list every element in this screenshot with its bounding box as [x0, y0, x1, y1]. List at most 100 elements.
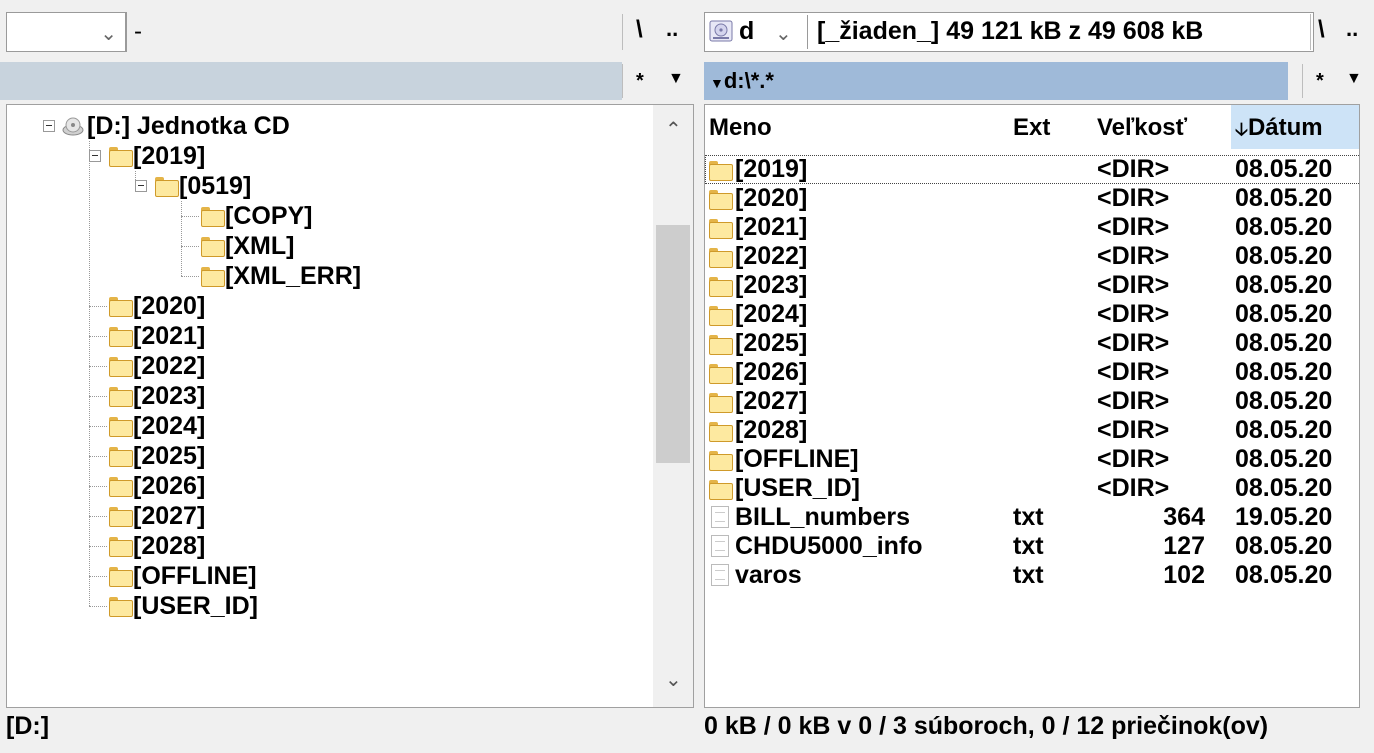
table-row[interactable]: BILL_numbers txt 364 19.05.20 — [705, 503, 1359, 532]
path-bar-row: * ▼ ▼d:\*.* * ▼ — [0, 62, 1374, 100]
tree-item-label: [2028] — [133, 532, 206, 560]
column-label: Dátum — [1247, 114, 1323, 141]
folder-icon — [709, 393, 733, 413]
tree-item-label: [2025] — [133, 442, 206, 470]
left-root-button[interactable]: \ — [636, 16, 643, 44]
filter-dropdown-icon[interactable]: ▼ — [668, 70, 684, 88]
folder-icon — [109, 417, 133, 437]
column-header-date[interactable]: 🡣Dátum — [1231, 105, 1359, 149]
column-header-ext[interactable]: Ext — [1013, 105, 1093, 149]
table-row[interactable]: varos txt 102 08.05.20 — [705, 561, 1359, 590]
tree-connector — [89, 396, 107, 397]
table-row[interactable]: CHDU5000_info txt 127 08.05.20 — [705, 532, 1359, 561]
tree-item[interactable]: [2019] — [7, 141, 647, 171]
collapse-toggle-icon[interactable] — [135, 180, 147, 192]
tree-connector — [89, 576, 107, 577]
file-date: 08.05.20 — [1235, 532, 1333, 560]
scrollbar-thumb[interactable] — [656, 225, 690, 463]
tree-item[interactable]: [2021] — [7, 321, 647, 351]
tree-item[interactable]: [2024] — [7, 411, 647, 441]
file-date: 08.05.20 — [1235, 300, 1333, 328]
chevron-down-icon[interactable]: ⌄ — [775, 21, 792, 46]
file-name: [2024] — [735, 300, 808, 328]
folder-icon — [109, 357, 133, 377]
tree-item-label: [2021] — [133, 322, 206, 350]
file-size: <DIR> — [1097, 329, 1170, 357]
file-date: 08.05.20 — [1235, 155, 1333, 183]
table-row[interactable]: [2025] <DIR> 08.05.20 — [705, 329, 1359, 358]
table-row[interactable]: [2021] <DIR> 08.05.20 — [705, 213, 1359, 242]
right-filter-button[interactable]: * — [1316, 70, 1324, 93]
file-name: BILL_numbers — [735, 503, 911, 531]
filter-dropdown-icon[interactable]: ▼ — [1346, 70, 1362, 88]
file-name: [2020] — [735, 184, 808, 212]
tree-item[interactable]: [2022] — [7, 351, 647, 381]
table-row[interactable]: [OFFLINE] <DIR> 08.05.20 — [705, 445, 1359, 474]
tree-item[interactable]: [2020] — [7, 291, 647, 321]
path-history-icon[interactable]: ▼ — [710, 75, 724, 91]
divider — [1310, 14, 1311, 50]
right-up-button[interactable]: .. — [1346, 16, 1358, 42]
table-row[interactable]: [USER_ID] <DIR> 08.05.20 — [705, 474, 1359, 503]
collapse-toggle-icon[interactable] — [89, 150, 101, 162]
tree-item[interactable]: [2027] — [7, 501, 647, 531]
scroll-up-icon[interactable]: ⌃ — [665, 117, 682, 142]
tree-item[interactable]: [D:] Jednotka CD — [7, 111, 647, 141]
tree-item[interactable]: [0519] — [7, 171, 647, 201]
tree-item[interactable]: [2026] — [7, 471, 647, 501]
tree-item[interactable]: [2028] — [7, 531, 647, 561]
right-drive-bar: d ⌄ [_žiaden_] 49 121 kB z 49 608 kB — [704, 12, 1314, 52]
tree-item-label: [2022] — [133, 352, 206, 380]
file-size: <DIR> — [1097, 155, 1170, 183]
file-list[interactable]: Meno Ext Veľkosť 🡣Dátum [2019] <DIR> 08.05… — [704, 104, 1360, 708]
file-date: 08.05.20 — [1235, 445, 1333, 473]
tree-item[interactable]: [XML] — [7, 231, 647, 261]
left-up-button[interactable]: .. — [666, 16, 678, 42]
left-filter-button[interactable]: * — [636, 70, 644, 93]
folder-icon — [709, 480, 733, 500]
tree-item[interactable]: [USER_ID] — [7, 591, 647, 621]
table-row[interactable]: [2027] <DIR> 08.05.20 — [705, 387, 1359, 416]
tree-connector — [135, 171, 136, 186]
file-size: 102 — [1163, 561, 1205, 589]
left-drive-combo[interactable]: ⌄ — [6, 12, 126, 52]
table-row[interactable]: [2020] <DIR> 08.05.20 — [705, 184, 1359, 213]
file-list-header: Meno Ext Veľkosť 🡣Dátum — [705, 105, 1359, 149]
right-drive-value[interactable]: d — [739, 17, 754, 46]
table-row[interactable]: [2026] <DIR> 08.05.20 — [705, 358, 1359, 387]
tree-item-label: [2026] — [133, 472, 206, 500]
column-header-name[interactable]: Meno — [709, 105, 1009, 149]
file-date: 08.05.20 — [1235, 474, 1333, 502]
tree-item[interactable]: [2025] — [7, 441, 647, 471]
folder-icon — [201, 267, 225, 287]
folder-tree[interactable]: [D:] Jednotka CD [2019] [0519] [COPY] [XML][… — [6, 104, 694, 708]
column-header-size[interactable]: Veľkosť — [1097, 105, 1227, 149]
right-drive-info: [_žiaden_] 49 121 kB z 49 608 kB — [817, 17, 1204, 45]
left-status: [D:] — [6, 712, 50, 740]
table-row[interactable]: [2022] <DIR> 08.05.20 — [705, 242, 1359, 271]
folder-icon — [109, 297, 133, 317]
table-row[interactable]: [2019] <DIR> 08.05.20 — [705, 155, 1359, 184]
tree-item[interactable]: [2023] — [7, 381, 647, 411]
tree-item[interactable]: [XML_ERR] — [7, 261, 647, 291]
tree-scrollbar[interactable]: ⌃ ⌄ — [653, 105, 693, 707]
file-ext: txt — [1013, 532, 1044, 560]
tree-item[interactable]: [OFFLINE] — [7, 561, 647, 591]
right-path-bar[interactable]: ▼d:\*.* — [704, 62, 1288, 100]
folder-icon — [709, 277, 733, 297]
divider — [622, 64, 623, 98]
left-path-bar[interactable] — [0, 62, 622, 100]
tree-item[interactable]: [COPY] — [7, 201, 647, 231]
tree-connector — [181, 201, 182, 276]
tree-item-label: [D:] Jednotka CD — [87, 112, 290, 140]
table-row[interactable]: [2023] <DIR> 08.05.20 — [705, 271, 1359, 300]
table-row[interactable]: [2028] <DIR> 08.05.20 — [705, 416, 1359, 445]
folder-icon — [201, 207, 225, 227]
right-root-button[interactable]: \ — [1318, 16, 1325, 44]
scroll-down-icon[interactable]: ⌄ — [665, 667, 682, 692]
folder-icon — [709, 306, 733, 326]
table-row[interactable]: [2024] <DIR> 08.05.20 — [705, 300, 1359, 329]
folder-icon — [109, 537, 133, 557]
collapse-toggle-icon[interactable] — [43, 120, 55, 132]
folder-icon — [201, 237, 225, 257]
